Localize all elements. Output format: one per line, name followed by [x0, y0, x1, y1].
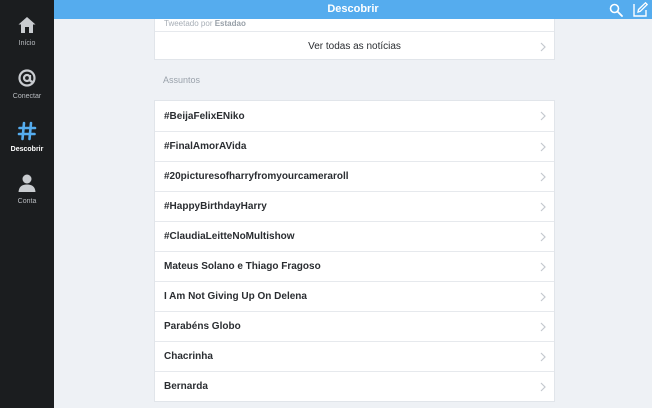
sidebar-item-label: Início — [18, 40, 36, 47]
chevron-right-icon — [536, 101, 550, 131]
hashtag-icon — [15, 119, 39, 143]
sidebar-item-conta[interactable]: Conta — [0, 171, 54, 219]
topic-label: #BeijaFelixENiko — [164, 110, 245, 122]
chevron-right-icon — [536, 312, 550, 342]
tweeted-by: Tweetado por Estadao — [164, 19, 246, 28]
topic-row[interactable]: #FinalAmorAVida — [155, 131, 554, 161]
discover-content[interactable]: Tweetado por Estadao Ver todas as notíci… — [54, 19, 652, 408]
topic-label: Bernarda — [164, 381, 208, 392]
topic-label: #FinalAmorAVida — [164, 141, 247, 152]
section-label-assuntos: Assuntos — [163, 75, 201, 85]
chevron-right-icon — [536, 32, 550, 62]
topic-row[interactable]: #ClaudiaLeitteNoMultishow — [155, 221, 554, 251]
topic-label: #20picturesofharryfromyourcameraroll — [164, 171, 349, 182]
chevron-right-icon — [536, 162, 550, 192]
page-title: Descobrir — [327, 3, 379, 15]
sidebar-item-conectar[interactable]: Conectar — [0, 66, 54, 114]
topic-label: I Am Not Giving Up On Delena — [164, 291, 307, 302]
see-all-news-label: Ver todas as notícias — [308, 41, 401, 52]
topic-row[interactable]: Bernarda — [155, 371, 554, 401]
topic-row[interactable]: Mateus Solano e Thiago Fragoso — [155, 251, 554, 281]
chevron-right-icon — [536, 372, 550, 402]
news-card: Tweetado por Estadao Ver todas as notíci… — [154, 19, 555, 60]
topic-row[interactable]: #HappyBirthdayHarry — [155, 191, 554, 221]
at-icon — [15, 66, 39, 90]
topic-row[interactable]: #20picturesofharryfromyourcameraroll — [155, 161, 554, 191]
sidebar-item-label: Conectar — [12, 93, 42, 100]
topic-row[interactable]: I Am Not Giving Up On Delena — [155, 281, 554, 311]
tweeted-source: Estadao — [214, 19, 246, 28]
compose-icon[interactable] — [631, 0, 649, 19]
top-bar: Descobrir — [54, 0, 652, 19]
sidebar: Início Conectar Descobrir Conta — [0, 0, 54, 408]
chevron-right-icon — [536, 132, 550, 162]
see-all-news-button[interactable]: Ver todas as notícias — [155, 31, 554, 61]
topic-row[interactable]: #BeijaFelixENiko — [155, 101, 554, 131]
topic-label: Parabéns Globo — [164, 321, 241, 332]
sidebar-item-descobrir[interactable]: Descobrir — [0, 119, 54, 167]
sidebar-item-label: Descobrir — [10, 146, 44, 153]
topics-list: #BeijaFelixENiko #FinalAmorAVida #20pictur… — [154, 100, 555, 402]
chevron-right-icon — [536, 342, 550, 372]
chevron-right-icon — [536, 222, 550, 252]
sidebar-item-label: Conta — [17, 198, 37, 205]
tweeted-prefix: Tweetado por — [164, 19, 213, 28]
topic-label: #ClaudiaLeitteNoMultishow — [164, 231, 295, 242]
topic-label: Chacrinha — [164, 351, 213, 362]
topic-label: #HappyBirthdayHarry — [164, 201, 267, 212]
topic-label: Mateus Solano e Thiago Fragoso — [164, 261, 321, 272]
sidebar-item-inicio[interactable]: Início — [0, 13, 54, 61]
chevron-right-icon — [536, 282, 550, 312]
chevron-right-icon — [536, 252, 550, 282]
search-icon[interactable] — [607, 0, 625, 19]
topic-row[interactable]: Parabéns Globo — [155, 311, 554, 341]
home-icon — [15, 13, 39, 37]
chevron-right-icon — [536, 192, 550, 222]
person-icon — [15, 171, 39, 195]
topic-row[interactable]: Chacrinha — [155, 341, 554, 371]
